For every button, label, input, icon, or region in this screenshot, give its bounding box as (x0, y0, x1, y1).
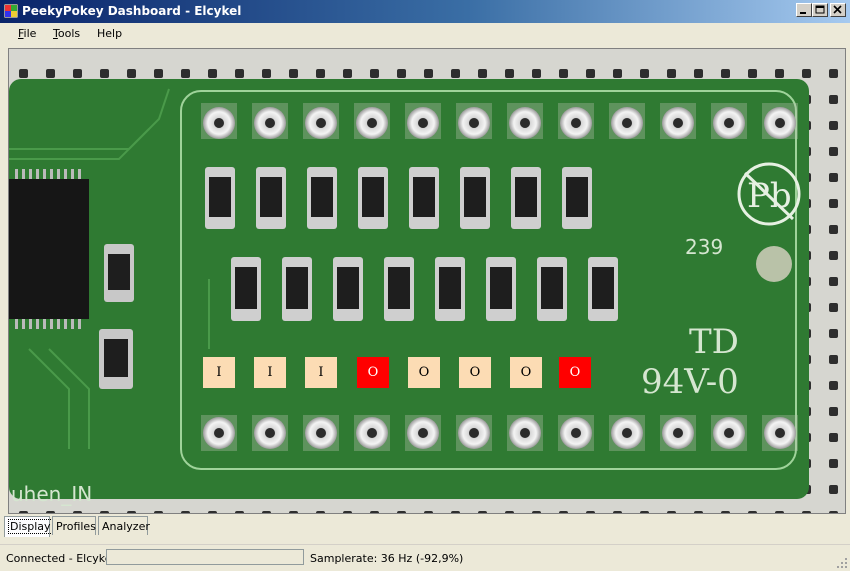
progress-bar (106, 549, 304, 565)
maximize-button[interactable] (812, 3, 828, 17)
status-bar: Connected - Elcykel Samplerate: 36 Hz (-… (0, 544, 850, 571)
close-button[interactable] (830, 3, 846, 17)
minimize-icon (800, 12, 806, 14)
menu-file[interactable]: File (18, 27, 36, 40)
pin-state-2[interactable]: I (254, 357, 286, 388)
tab-profiles-label: Profiles (56, 520, 96, 533)
ic-chip (9, 179, 89, 319)
tab-display[interactable]: Display (4, 516, 53, 537)
pin-state-5[interactable]: O (408, 357, 440, 388)
title-bar[interactable]: PeekyPokey Dashboard - Elcykel (0, 0, 850, 23)
minimize-button[interactable] (796, 3, 812, 17)
silkscreen-name: uhen_IN (11, 482, 92, 506)
silkscreen-94v0: 94V-0 (641, 362, 739, 402)
board-display: Pb 239 TD 94V-0 uhen_IN I I I O O O O O (8, 48, 846, 514)
tab-analyzer[interactable]: Analyzer (98, 516, 150, 535)
resize-grip-icon[interactable] (836, 557, 848, 569)
pin-state-3[interactable]: I (305, 357, 337, 388)
pin-state-4[interactable]: O (357, 357, 389, 388)
app-icon (4, 4, 18, 18)
menu-tools[interactable]: Tools (53, 27, 80, 40)
menu-tools-rest: ools (57, 27, 81, 40)
close-icon (833, 5, 842, 14)
pin-state-8[interactable]: O (559, 357, 591, 388)
pin-state-7[interactable]: O (510, 357, 542, 388)
app-window: PeekyPokey Dashboard - Elcykel File Tool… (0, 0, 850, 571)
samplerate-status: Samplerate: 36 Hz (-92,9%) (310, 552, 464, 565)
mounting-hole (756, 246, 792, 282)
tab-analyzer-label: Analyzer (102, 520, 150, 533)
tab-display-label: Display (8, 519, 53, 534)
pin-state-6[interactable]: O (459, 357, 491, 388)
menu-help-label: Help (97, 27, 123, 40)
connection-status: Connected - Elcykel (6, 552, 115, 565)
menu-bar: File Tools Help (0, 23, 850, 44)
pin-state-1[interactable]: I (203, 357, 235, 388)
tab-profiles[interactable]: Profiles (52, 516, 96, 535)
pcb-photo: Pb 239 TD 94V-0 uhen_IN (9, 69, 838, 513)
maximize-icon (815, 5, 825, 14)
tab-strip: Display Profiles Analyzer (4, 516, 846, 538)
window-title: PeekyPokey Dashboard - Elcykel (22, 4, 242, 18)
silkscreen-td: TD (689, 322, 739, 362)
silkscreen-239: 239 (685, 235, 723, 259)
menu-help[interactable]: Help (97, 27, 122, 40)
menu-file-rest: ile (23, 27, 37, 40)
